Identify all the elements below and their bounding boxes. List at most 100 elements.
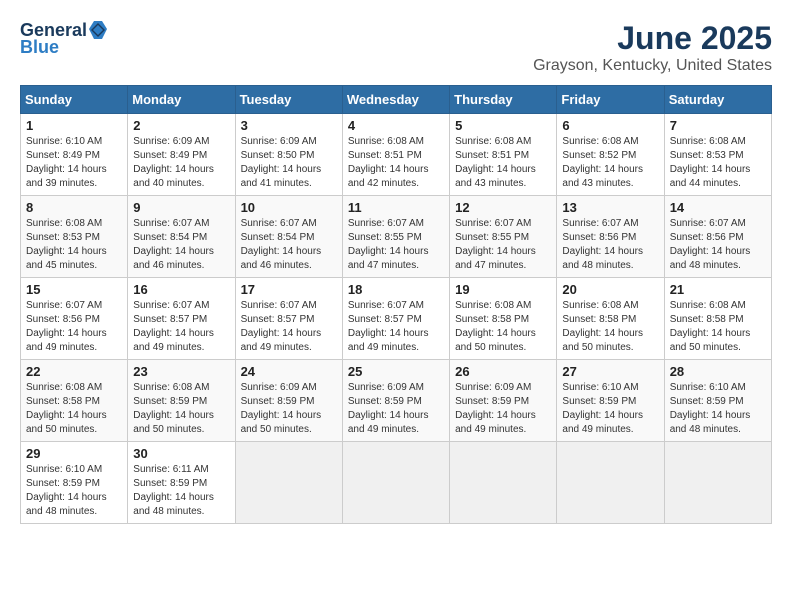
day-number: 24 xyxy=(241,364,337,379)
cell-info: Sunrise: 6:07 AMSunset: 8:55 PMDaylight:… xyxy=(455,218,536,271)
logo-blue-text: Blue xyxy=(20,37,59,58)
day-number: 17 xyxy=(241,282,337,297)
calendar-header-row: Sunday Monday Tuesday Wednesday Thursday… xyxy=(21,86,772,114)
header-sunday: Sunday xyxy=(21,86,128,114)
cell-info: Sunrise: 6:08 AMSunset: 8:58 PMDaylight:… xyxy=(670,300,751,353)
calendar-cell: 17 Sunrise: 6:07 AMSunset: 8:57 PMDaylig… xyxy=(235,278,342,360)
calendar-cell: 25 Sunrise: 6:09 AMSunset: 8:59 PMDaylig… xyxy=(342,360,449,442)
cell-info: Sunrise: 6:07 AMSunset: 8:54 PMDaylight:… xyxy=(241,218,322,271)
header-saturday: Saturday xyxy=(664,86,771,114)
day-number: 25 xyxy=(348,364,444,379)
title-area: June 2025 Grayson, Kentucky, United Stat… xyxy=(533,20,772,75)
calendar-cell xyxy=(450,442,557,524)
calendar-cell: 20 Sunrise: 6:08 AMSunset: 8:58 PMDaylig… xyxy=(557,278,664,360)
day-number: 10 xyxy=(241,200,337,215)
calendar-cell xyxy=(557,442,664,524)
calendar-cell: 1 Sunrise: 6:10 AMSunset: 8:49 PMDayligh… xyxy=(21,114,128,196)
cell-info: Sunrise: 6:08 AMSunset: 8:53 PMDaylight:… xyxy=(26,218,107,271)
day-number: 11 xyxy=(348,200,444,215)
cell-info: Sunrise: 6:08 AMSunset: 8:58 PMDaylight:… xyxy=(455,300,536,353)
logo: General Blue xyxy=(20,20,107,58)
cell-info: Sunrise: 6:07 AMSunset: 8:57 PMDaylight:… xyxy=(133,300,214,353)
cell-info: Sunrise: 6:09 AMSunset: 8:59 PMDaylight:… xyxy=(455,382,536,435)
calendar-cell: 6 Sunrise: 6:08 AMSunset: 8:52 PMDayligh… xyxy=(557,114,664,196)
calendar-cell: 11 Sunrise: 6:07 AMSunset: 8:55 PMDaylig… xyxy=(342,196,449,278)
cell-info: Sunrise: 6:08 AMSunset: 8:59 PMDaylight:… xyxy=(133,382,214,435)
cell-info: Sunrise: 6:08 AMSunset: 8:58 PMDaylight:… xyxy=(562,300,643,353)
cell-info: Sunrise: 6:10 AMSunset: 8:59 PMDaylight:… xyxy=(26,464,107,517)
cell-info: Sunrise: 6:07 AMSunset: 8:56 PMDaylight:… xyxy=(562,218,643,271)
cell-info: Sunrise: 6:07 AMSunset: 8:57 PMDaylight:… xyxy=(348,300,429,353)
day-number: 19 xyxy=(455,282,551,297)
day-number: 6 xyxy=(562,118,658,133)
cell-info: Sunrise: 6:07 AMSunset: 8:55 PMDaylight:… xyxy=(348,218,429,271)
day-number: 1 xyxy=(26,118,122,133)
calendar-cell: 21 Sunrise: 6:08 AMSunset: 8:58 PMDaylig… xyxy=(664,278,771,360)
calendar-cell: 24 Sunrise: 6:09 AMSunset: 8:59 PMDaylig… xyxy=(235,360,342,442)
cell-info: Sunrise: 6:10 AMSunset: 8:59 PMDaylight:… xyxy=(670,382,751,435)
day-number: 28 xyxy=(670,364,766,379)
calendar-cell xyxy=(664,442,771,524)
calendar-cell: 28 Sunrise: 6:10 AMSunset: 8:59 PMDaylig… xyxy=(664,360,771,442)
cell-info: Sunrise: 6:09 AMSunset: 8:59 PMDaylight:… xyxy=(241,382,322,435)
calendar-cell: 8 Sunrise: 6:08 AMSunset: 8:53 PMDayligh… xyxy=(21,196,128,278)
calendar-cell: 22 Sunrise: 6:08 AMSunset: 8:58 PMDaylig… xyxy=(21,360,128,442)
cell-info: Sunrise: 6:08 AMSunset: 8:58 PMDaylight:… xyxy=(26,382,107,435)
day-number: 2 xyxy=(133,118,229,133)
cell-info: Sunrise: 6:09 AMSunset: 8:49 PMDaylight:… xyxy=(133,136,214,189)
calendar-cell: 12 Sunrise: 6:07 AMSunset: 8:55 PMDaylig… xyxy=(450,196,557,278)
cell-info: Sunrise: 6:07 AMSunset: 8:57 PMDaylight:… xyxy=(241,300,322,353)
header-wednesday: Wednesday xyxy=(342,86,449,114)
day-number: 13 xyxy=(562,200,658,215)
cell-info: Sunrise: 6:10 AMSunset: 8:49 PMDaylight:… xyxy=(26,136,107,189)
calendar-cell: 13 Sunrise: 6:07 AMSunset: 8:56 PMDaylig… xyxy=(557,196,664,278)
cell-info: Sunrise: 6:09 AMSunset: 8:59 PMDaylight:… xyxy=(348,382,429,435)
day-number: 23 xyxy=(133,364,229,379)
cell-info: Sunrise: 6:07 AMSunset: 8:54 PMDaylight:… xyxy=(133,218,214,271)
header-tuesday: Tuesday xyxy=(235,86,342,114)
calendar-cell: 14 Sunrise: 6:07 AMSunset: 8:56 PMDaylig… xyxy=(664,196,771,278)
day-number: 21 xyxy=(670,282,766,297)
calendar-cell: 9 Sunrise: 6:07 AMSunset: 8:54 PMDayligh… xyxy=(128,196,235,278)
calendar-cell xyxy=(235,442,342,524)
cell-info: Sunrise: 6:08 AMSunset: 8:51 PMDaylight:… xyxy=(348,136,429,189)
calendar-cell: 19 Sunrise: 6:08 AMSunset: 8:58 PMDaylig… xyxy=(450,278,557,360)
calendar-cell: 29 Sunrise: 6:10 AMSunset: 8:59 PMDaylig… xyxy=(21,442,128,524)
logo-icon xyxy=(89,21,107,39)
day-number: 30 xyxy=(133,446,229,461)
cell-info: Sunrise: 6:08 AMSunset: 8:53 PMDaylight:… xyxy=(670,136,751,189)
calendar-cell: 15 Sunrise: 6:07 AMSunset: 8:56 PMDaylig… xyxy=(21,278,128,360)
day-number: 4 xyxy=(348,118,444,133)
header-monday: Monday xyxy=(128,86,235,114)
calendar-cell: 30 Sunrise: 6:11 AMSunset: 8:59 PMDaylig… xyxy=(128,442,235,524)
header-friday: Friday xyxy=(557,86,664,114)
calendar-cell: 4 Sunrise: 6:08 AMSunset: 8:51 PMDayligh… xyxy=(342,114,449,196)
day-number: 14 xyxy=(670,200,766,215)
day-number: 15 xyxy=(26,282,122,297)
calendar-cell: 18 Sunrise: 6:07 AMSunset: 8:57 PMDaylig… xyxy=(342,278,449,360)
page-header: General Blue June 2025 Grayson, Kentucky… xyxy=(20,20,772,75)
calendar-cell: 5 Sunrise: 6:08 AMSunset: 8:51 PMDayligh… xyxy=(450,114,557,196)
day-number: 8 xyxy=(26,200,122,215)
calendar-cell: 10 Sunrise: 6:07 AMSunset: 8:54 PMDaylig… xyxy=(235,196,342,278)
calendar-cell: 7 Sunrise: 6:08 AMSunset: 8:53 PMDayligh… xyxy=(664,114,771,196)
day-number: 20 xyxy=(562,282,658,297)
day-number: 18 xyxy=(348,282,444,297)
day-number: 27 xyxy=(562,364,658,379)
cell-info: Sunrise: 6:07 AMSunset: 8:56 PMDaylight:… xyxy=(670,218,751,271)
day-number: 9 xyxy=(133,200,229,215)
calendar-cell: 27 Sunrise: 6:10 AMSunset: 8:59 PMDaylig… xyxy=(557,360,664,442)
cell-info: Sunrise: 6:10 AMSunset: 8:59 PMDaylight:… xyxy=(562,382,643,435)
day-number: 26 xyxy=(455,364,551,379)
calendar-cell: 23 Sunrise: 6:08 AMSunset: 8:59 PMDaylig… xyxy=(128,360,235,442)
calendar-cell: 26 Sunrise: 6:09 AMSunset: 8:59 PMDaylig… xyxy=(450,360,557,442)
cell-info: Sunrise: 6:11 AMSunset: 8:59 PMDaylight:… xyxy=(133,464,214,517)
cell-info: Sunrise: 6:07 AMSunset: 8:56 PMDaylight:… xyxy=(26,300,107,353)
day-number: 16 xyxy=(133,282,229,297)
calendar-cell xyxy=(342,442,449,524)
day-number: 29 xyxy=(26,446,122,461)
calendar-cell: 3 Sunrise: 6:09 AMSunset: 8:50 PMDayligh… xyxy=(235,114,342,196)
location-title: Grayson, Kentucky, United States xyxy=(533,57,772,75)
month-title: June 2025 xyxy=(533,20,772,57)
day-number: 3 xyxy=(241,118,337,133)
